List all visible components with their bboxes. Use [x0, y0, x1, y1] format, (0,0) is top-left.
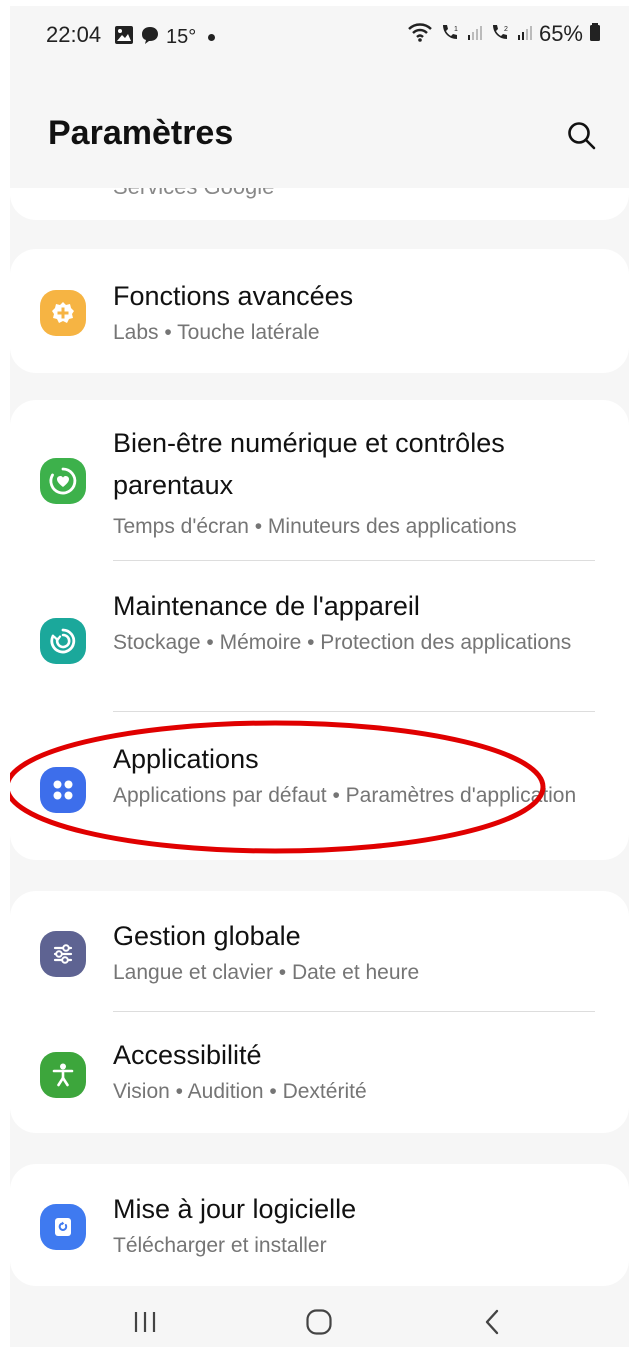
item-title: Bien-être numérique et contrôles parenta… — [113, 428, 505, 500]
wifi-icon — [407, 22, 433, 47]
status-time: 22:04 — [46, 22, 102, 47]
settings-screen: 22:04 15° 1 2 65% Paramètres Fonctions a… — [10, 6, 629, 1347]
card-advanced: Fonctions avancées Labs • Touche latéral… — [10, 249, 629, 373]
volte-call-2-icon: 2 — [489, 22, 511, 47]
gallery-icon — [114, 25, 134, 50]
plus-gear-icon — [40, 290, 86, 336]
home-button[interactable] — [294, 1297, 344, 1347]
home-icon — [306, 1309, 332, 1335]
signal-2-icon — [517, 23, 533, 46]
item-subtitle: Temps d'écran • Minuteurs des applicatio… — [113, 515, 517, 538]
item-title: Maintenance de l'appareil — [113, 591, 420, 621]
recent-apps-button[interactable] — [120, 1297, 170, 1347]
accessibility-person-icon — [40, 1052, 86, 1098]
item-subtitle: Stockage • Mémoire • Protection des appl… — [113, 631, 572, 654]
message-icon — [140, 25, 160, 50]
navigation-bar — [10, 1289, 629, 1347]
item-subtitle: Télécharger et installer — [113, 1234, 327, 1257]
battery-percent: 65% — [538, 21, 583, 46]
page-title: Paramètres — [48, 114, 234, 152]
status-left-icons: 15° — [114, 25, 216, 50]
item-advanced-features[interactable]: Fonctions avancées Labs • Touche latéral… — [10, 249, 629, 373]
item-title: Accessibilité — [113, 1040, 262, 1070]
update-icon — [40, 1204, 86, 1250]
signal-1-icon — [467, 23, 483, 46]
highlight-annotation — [10, 720, 546, 854]
item-device-care[interactable]: Maintenance de l'appareil Stockage • Mém… — [10, 561, 629, 711]
back-button[interactable] — [468, 1297, 518, 1347]
item-general-management[interactable]: Gestion globale Langue et clavier • Date… — [10, 891, 629, 1011]
search-button[interactable] — [562, 116, 602, 156]
search-icon — [568, 122, 596, 150]
refresh-care-icon — [40, 618, 86, 664]
item-subtitle: Vision • Audition • Dextérité — [113, 1080, 367, 1103]
svg-text:1: 1 — [454, 26, 458, 33]
heart-ring-icon — [40, 458, 86, 504]
item-title: Gestion globale — [113, 921, 301, 951]
item-software-update[interactable]: Mise à jour logicielle Télécharger et in… — [10, 1164, 629, 1286]
partial-item-label: Services Google — [113, 188, 274, 200]
card-general: Gestion globale Langue et clavier • Date… — [10, 891, 629, 1133]
recent-apps-icon — [134, 1312, 156, 1332]
back-icon — [485, 1309, 499, 1335]
item-title: Mise à jour logicielle — [113, 1194, 357, 1224]
item-title: Fonctions avancées — [113, 281, 354, 311]
item-accessibility[interactable]: Accessibilité Vision • Audition • Dextér… — [10, 1012, 629, 1133]
partial-card-google[interactable]: Services Google — [10, 188, 629, 220]
card-software-update: Mise à jour logicielle Télécharger et in… — [10, 1164, 629, 1286]
item-digital-wellbeing[interactable]: Bien-être numérique et contrôles parenta… — [10, 400, 629, 560]
svg-text:2: 2 — [504, 26, 508, 33]
battery-icon — [589, 22, 601, 47]
item-subtitle: Labs • Touche latérale — [113, 321, 320, 344]
sliders-icon — [40, 931, 86, 977]
item-subtitle: Langue et clavier • Date et heure — [113, 961, 420, 984]
status-bar: 22:04 15° 1 2 65% — [10, 6, 629, 64]
status-temperature: 15° — [166, 26, 197, 48]
volte-call-icon: 1 — [439, 22, 461, 47]
status-right-icons: 1 2 65% — [407, 21, 601, 47]
notification-dot-icon — [208, 34, 216, 41]
